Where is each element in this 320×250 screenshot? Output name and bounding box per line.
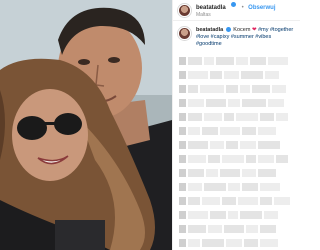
blurred-comment-row: [179, 168, 278, 177]
blurred-comment-row: [179, 224, 278, 233]
blurred-comment-row: [179, 182, 282, 191]
blurred-comment-row: [179, 126, 278, 135]
blurred-comment-row: [179, 238, 280, 247]
post-caption: beatatadla Kocem ❤ #my #together #love #…: [173, 21, 300, 52]
blurred-comment-row: [179, 112, 290, 121]
author-avatar[interactable]: [178, 3, 191, 17]
couple-selfie-image: [0, 0, 172, 250]
author-meta: beatatadla • Obserwuj Maltas: [196, 1, 276, 19]
blurred-comment-row: [179, 98, 286, 107]
separator-dot: •: [241, 5, 244, 11]
caption-verified-icon: [225, 27, 231, 33]
caption-body: Kocem: [233, 27, 251, 33]
post-location[interactable]: Maltas: [196, 12, 276, 19]
blurred-comment-row: [179, 70, 281, 79]
post-photo: [0, 0, 172, 250]
caption-avatar[interactable]: [178, 27, 191, 40]
instagram-post: beatatadla • Obserwuj Maltas beatatadla …: [0, 0, 300, 250]
caption-text: beatatadla Kocem ❤ #my #together #love #…: [196, 27, 295, 48]
verified-badge-icon: [231, 2, 237, 8]
caption-username[interactable]: beatatadla: [196, 27, 223, 33]
author-username[interactable]: beatatadla: [196, 5, 226, 11]
post-header: beatatadla • Obserwuj Maltas: [173, 0, 300, 21]
blurred-comment-row: [179, 196, 292, 205]
blurred-comment-row: [179, 84, 288, 93]
blurred-comment-row: [179, 140, 282, 149]
heart-emoji-icon: ❤: [251, 27, 257, 33]
blurred-comment-row: [179, 210, 280, 219]
blurred-comment-row: [179, 154, 290, 163]
post-side-panel: beatatadla • Obserwuj Maltas beatatadla …: [172, 0, 300, 250]
blurred-comments: [173, 50, 301, 250]
follow-button[interactable]: Obserwuj: [248, 5, 275, 11]
blurred-comment-row: [179, 56, 290, 65]
